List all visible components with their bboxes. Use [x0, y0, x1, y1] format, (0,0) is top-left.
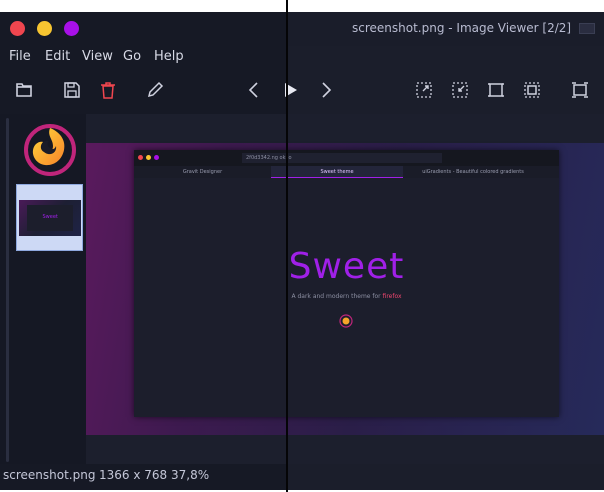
chevron-left-icon [248, 82, 258, 98]
original-size-icon [488, 83, 504, 97]
zoom-fit-button[interactable] [520, 78, 544, 102]
window-divider [286, 0, 288, 492]
image-tab-uigradients: uiGradients - Beautiful colored gradient… [422, 169, 524, 175]
image-dot-purple [154, 155, 159, 160]
thumbnail-firefox-logo[interactable] [20, 118, 80, 178]
displayed-image: 2f0d3342.ng ok.io Gravit Designer Sweet … [86, 143, 604, 435]
fit-width-button[interactable] [412, 78, 436, 102]
save-icon [64, 82, 80, 98]
status-dimensions: 1366 x 768 [99, 468, 168, 482]
image-tab-sweet: Sweet theme [271, 166, 403, 178]
image-headline: Sweet [288, 246, 405, 287]
shrink-icon [452, 82, 468, 98]
thumbnail-screenshot-selected[interactable]: Sweet [16, 184, 83, 251]
image-tab-gravit: Gravit Designer [182, 169, 223, 175]
title-bar: screenshot.png - Image Viewer [2/2] [0, 12, 604, 46]
image-browser-tabs: Gravit Designer Sweet theme uiGradients … [134, 166, 559, 178]
fullscreen-button[interactable] [568, 78, 592, 102]
menu-go[interactable]: Go [123, 49, 141, 64]
previous-button[interactable] [242, 78, 266, 102]
menu-edit[interactable]: Edit [45, 49, 70, 64]
slideshow-button[interactable] [278, 78, 302, 102]
image-dot-yellow [146, 155, 151, 160]
delete-icon [101, 82, 115, 99]
image-small-logo-icon [339, 313, 353, 328]
minimize-button[interactable] [37, 21, 52, 36]
menu-help[interactable]: Help [154, 49, 184, 64]
window-title: screenshot.png - Image Viewer [2/2] [352, 21, 572, 35]
edit-icon [147, 81, 164, 98]
menu-file[interactable]: File [9, 49, 31, 64]
fit-height-button[interactable] [448, 78, 472, 102]
next-button[interactable] [314, 78, 338, 102]
thumbnail-preview: Sweet [18, 199, 81, 236]
play-icon [285, 83, 297, 97]
folder-icon [16, 83, 32, 97]
status-zoom: 37,8% [171, 468, 210, 482]
window-menu-button[interactable] [579, 23, 595, 34]
thumbnail-label: Sweet [42, 213, 58, 220]
thumbnail-mini-browser: Sweet [26, 204, 73, 231]
menu-view[interactable]: View [82, 49, 113, 64]
fullscreen-icon [572, 82, 588, 98]
image-url-bar: 2f0d3342.ng ok.io [242, 153, 442, 163]
delete-button[interactable] [96, 78, 120, 102]
image-tagline: A dark and modern theme for firefox [134, 293, 559, 300]
zoom-fit-icon [524, 82, 540, 98]
status-bar: screenshot.png 1366 x 768 37,8% [0, 464, 604, 490]
image-tagline-prefix: A dark and modern theme for [291, 293, 383, 300]
expand-icon [416, 82, 432, 98]
close-button[interactable] [10, 21, 25, 36]
status-filename: screenshot.png [3, 468, 96, 482]
original-size-button[interactable] [484, 78, 508, 102]
chevron-right-icon [322, 82, 332, 98]
image-tagline-highlight: firefox [382, 293, 402, 300]
save-button[interactable] [60, 78, 84, 102]
open-folder-button[interactable] [12, 78, 36, 102]
edit-button[interactable] [143, 78, 167, 102]
firefox-sweet-logo-icon [24, 124, 76, 176]
toolbar [0, 68, 604, 114]
image-browser-navbar: 2f0d3342.ng ok.io [134, 150, 559, 166]
image-dot-red [138, 155, 143, 160]
menu-bar: File Edit View Go Help [0, 46, 288, 68]
thumbnail-scrollbar[interactable] [6, 118, 9, 462]
maximize-button[interactable] [64, 21, 79, 36]
image-browser-window: 2f0d3342.ng ok.io Gravit Designer Sweet … [134, 150, 559, 417]
